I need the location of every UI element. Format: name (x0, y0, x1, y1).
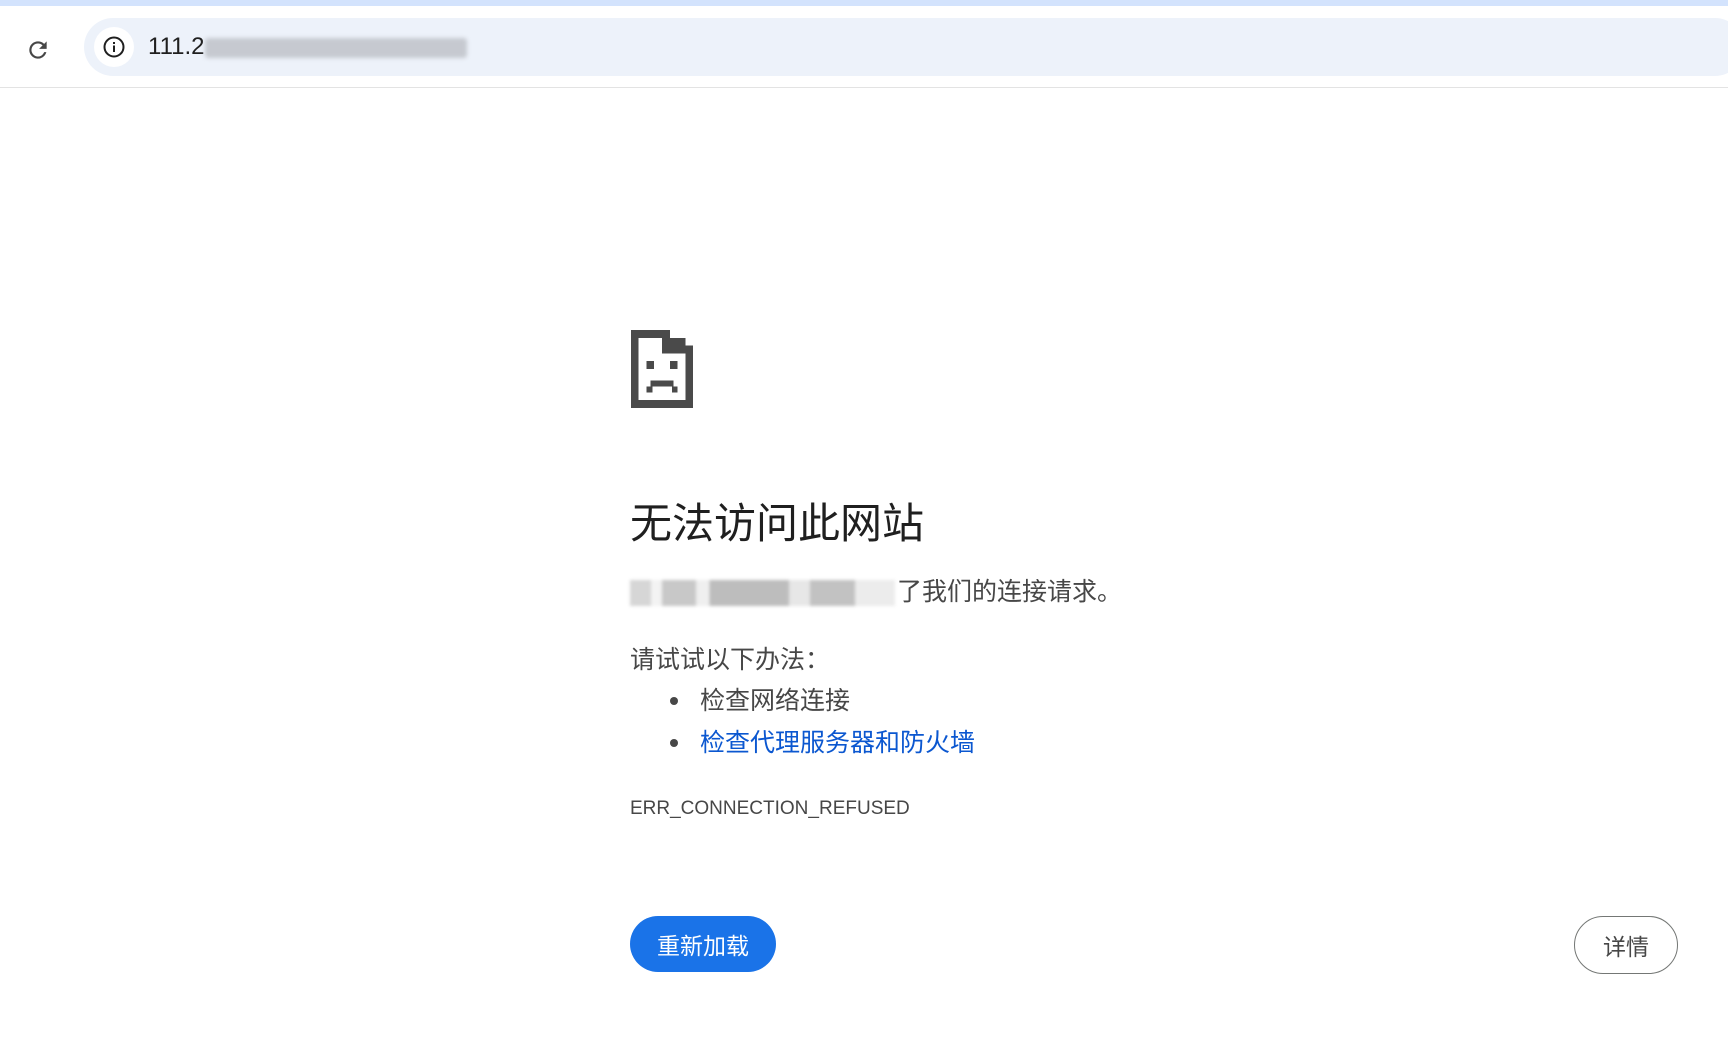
error-heading: 无法访问此网站 (630, 499, 925, 548)
reload-icon[interactable] (22, 34, 54, 66)
suggestion-label: 检查网络连接 (700, 686, 851, 715)
error-summary: 了我们的连接请求。 (630, 572, 1122, 608)
suggestions-title: 请试试以下办法： (630, 645, 831, 674)
error-code: ERR_CONNECTION_REFUSED (630, 798, 910, 819)
suggestion-check-network: 检查网络连接 (670, 680, 975, 722)
bullet-dot (670, 739, 678, 747)
url-visible-prefix: 111.2 (148, 33, 205, 60)
suggestion-label[interactable]: 检查代理服务器和防火墙 (700, 728, 975, 757)
host-redacted (630, 580, 895, 606)
sad-page-icon (630, 330, 694, 408)
error-summary-text: 了我们的连接请求。 (897, 577, 1123, 606)
details-button[interactable]: 详情 (1574, 916, 1678, 974)
url-text[interactable]: 111.2 (148, 33, 467, 61)
url-redacted (204, 37, 467, 58)
reload-button[interactable]: 重新加载 (630, 916, 776, 972)
suggestions-list: 检查网络连接 检查代理服务器和防火墙 (670, 680, 975, 764)
info-icon[interactable] (94, 27, 134, 67)
address-bar[interactable]: 111.2 (84, 18, 1728, 76)
suggestion-check-proxy-link[interactable]: 检查代理服务器和防火墙 (670, 722, 975, 764)
bullet-dot (670, 697, 678, 705)
browser-toolbar: 111.2 (0, 6, 1728, 88)
